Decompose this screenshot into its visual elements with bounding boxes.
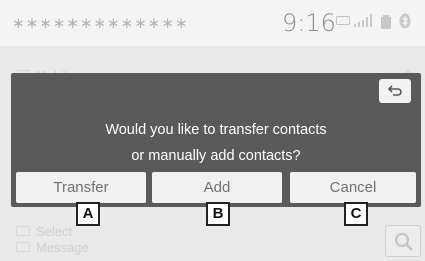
dcm-icon: [336, 16, 350, 25]
dialog-message-line-2: or manually add contacts?: [131, 148, 301, 164]
dialog-message: Would you like to transfer contacts or m…: [11, 117, 421, 169]
signal-icon: [354, 14, 372, 27]
network-name: ∗∗∗∗∗∗∗∗∗∗∗∗∗: [12, 15, 189, 32]
bg-menu-label: Message: [36, 240, 89, 255]
search-button: [385, 225, 421, 257]
back-arrow-icon: [387, 85, 402, 96]
battery-icon: [381, 15, 391, 29]
status-bar: ∗∗∗∗∗∗∗∗∗∗∗∗∗ 9:16: [0, 0, 425, 46]
dialog-message-line-1: Would you like to transfer contacts: [105, 122, 327, 138]
callout-a: A: [76, 202, 100, 226]
clock: 9:16: [282, 9, 336, 37]
callout-b: B: [206, 202, 230, 226]
transfer-contacts-dialog: Would you like to transfer contacts or m…: [11, 73, 421, 207]
bg-menu-item-message: Message: [0, 230, 425, 261]
bluetooth-icon: [399, 13, 411, 29]
search-icon: [395, 233, 413, 251]
cancel-button[interactable]: Cancel: [290, 172, 416, 203]
screen: ∗∗∗∗∗∗∗∗∗∗∗∗∗ 9:16 Mobile Select: [0, 0, 425, 261]
add-button[interactable]: Add: [152, 172, 282, 203]
callout-c: C: [344, 202, 368, 226]
transfer-button[interactable]: Transfer: [16, 172, 146, 203]
message-icon: [16, 242, 30, 252]
back-button[interactable]: [379, 79, 411, 103]
